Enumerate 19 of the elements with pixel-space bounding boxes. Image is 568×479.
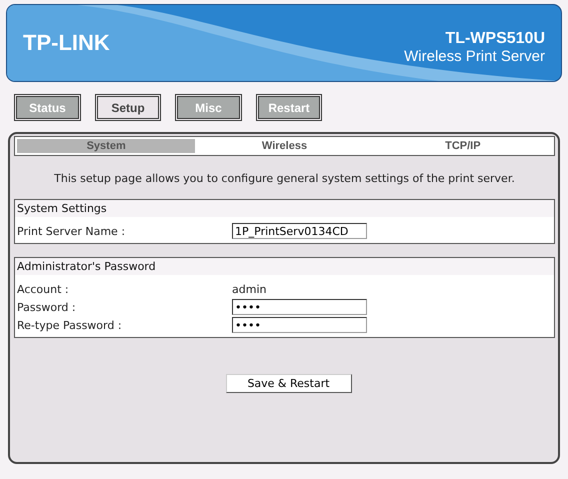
tab[interactable]: TCP/IP (374, 139, 552, 153)
input-field[interactable]: •••• (232, 317, 367, 333)
section-title: System Settings (15, 200, 554, 217)
nav-button[interactable]: Setup (97, 96, 159, 119)
field-label: Print Server Name : (17, 224, 126, 238)
field-label: Password : (17, 300, 77, 314)
save-button[interactable]: Save & Restart (226, 374, 352, 393)
tab[interactable]: System (17, 139, 196, 153)
input-field[interactable]: •••• (232, 299, 367, 315)
input-field[interactable]: 1P_PrintServ0134CD (232, 223, 367, 239)
product-subtitle: Wireless Print Server (404, 48, 545, 64)
model-name: TL-WPS510U (445, 30, 545, 48)
logo-text: TP-LINK (23, 30, 110, 56)
field-value: admin (232, 282, 266, 296)
description-text: This setup page allows you to configure general system settings of the print server. (53, 172, 516, 185)
field-label: Re-type Password : (17, 318, 123, 332)
tab[interactable]: Wireless (195, 139, 374, 153)
field-label: Account : (17, 282, 70, 296)
section-title: Administrator's Password (15, 258, 554, 275)
